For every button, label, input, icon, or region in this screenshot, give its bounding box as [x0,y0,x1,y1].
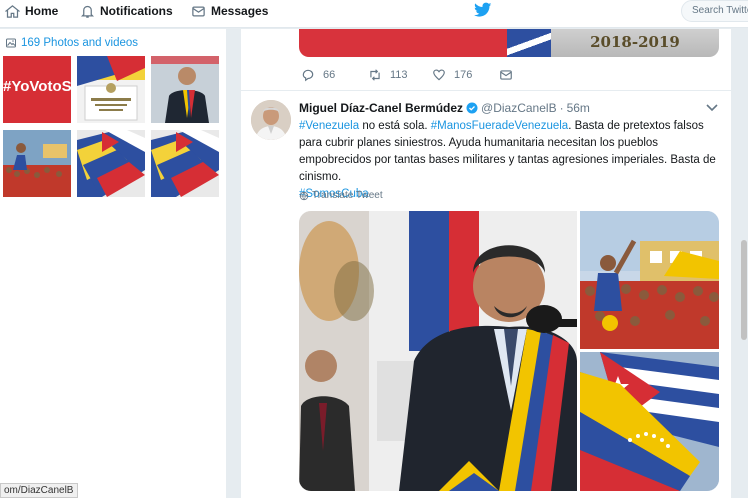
nav-notifications-label: Notifications [100,4,173,18]
header-separator: · [559,101,564,115]
media-thumbnail-flags-2[interactable] [151,130,219,197]
nav-messages[interactable]: Messages [191,0,268,22]
like-button[interactable]: 176 [432,68,472,82]
globe-icon [299,191,309,200]
status-url-bar: om/DiazCanelB [0,483,79,498]
profile-sidebar: 169 Photos and videos #YoVotoSí [0,29,226,498]
search-input[interactable]: Search Twitter [681,0,748,22]
timeline: 2018-2019 66 113 176 Miguel Díaz-Canel B [241,29,731,498]
media-red-panel [299,29,507,57]
direct-message-button[interactable] [499,68,513,82]
envelope-icon [192,6,205,16]
media-flag-panel [507,29,551,57]
like-count: 176 [454,69,473,81]
top-navigation-bar: Home Notifications Messages Search Twitt… [0,0,748,28]
tweet-timestamp[interactable]: 56m [567,101,590,115]
home-icon [5,4,20,18]
author-handle[interactable]: @DiazCanelB [481,101,557,115]
scrollbar-thumb[interactable] [741,240,747,340]
reply-icon [302,69,314,82]
media-photo-rally[interactable] [580,211,719,349]
tweet-media-grid [299,211,719,491]
twitter-bird-icon[interactable] [474,2,492,18]
image-icon [6,38,16,48]
translate-tweet-link[interactable]: Translate Tweet [299,190,383,201]
thumbnail-text: #YoVotoSí [3,78,71,95]
media-thumbnail-yovotosi[interactable]: #YoVotoSí [3,56,71,123]
retweet-icon [370,69,380,81]
retweet-count: 113 [390,69,408,81]
verified-badge-icon [466,102,478,114]
envelope-icon [500,70,512,80]
previous-tweet-actions: 66 113 176 [299,68,719,84]
hashtag-link[interactable]: #Venezuela [299,120,359,132]
retweet-button[interactable]: 113 [368,68,408,82]
media-thumbnail-crowd[interactable] [3,130,71,197]
translate-label: Translate Tweet [312,190,383,201]
photos-videos-count: 169 Photos and videos [21,37,139,49]
media-photo-flags[interactable] [580,352,719,491]
reply-button[interactable]: 66 [301,68,335,82]
media-thumbnail-flags[interactable] [77,130,145,197]
nav-notifications[interactable]: Notifications [80,0,173,22]
nav-home[interactable]: Home [5,0,58,22]
heart-icon [433,69,445,81]
chevron-down-icon[interactable] [706,103,718,113]
media-year-text: 2018-2019 [551,29,719,57]
author-name[interactable]: Miguel Díaz-Canel Bermúdez [299,101,463,115]
media-thumbnail-reforma[interactable] [77,56,145,123]
nav-messages-label: Messages [211,4,269,18]
media-thumbnail-speech[interactable] [151,56,219,123]
reply-count: 66 [323,69,336,81]
tweet-divider [241,90,731,91]
photos-videos-link[interactable]: 169 Photos and videos [5,37,138,49]
bell-icon [80,5,95,18]
previous-tweet-media[interactable]: 2018-2019 [299,29,719,57]
hashtag-link[interactable]: #ManosFueradeVenezuela [431,120,568,132]
media-photo-speaker[interactable] [299,211,577,491]
tweet-header: Miguel Díaz-Canel Bermúdez @DiazCanelB ·… [299,101,590,115]
avatar[interactable] [251,100,291,140]
tweet-text-segment: no está sola. [359,120,431,132]
nav-home-label: Home [25,4,59,18]
